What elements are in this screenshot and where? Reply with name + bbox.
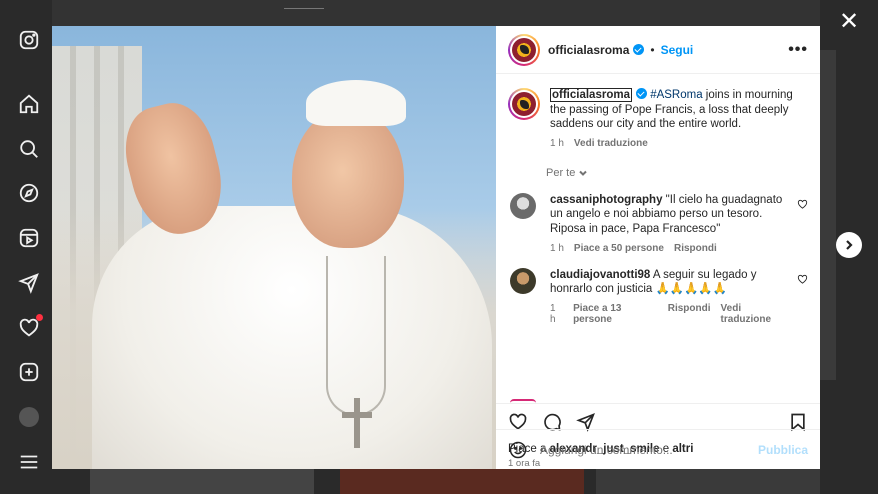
sidebar-nav <box>0 0 60 494</box>
verified-badge-icon <box>635 88 647 99</box>
add-comment-bar: Pubblica <box>496 429 820 469</box>
feed-thumb <box>340 468 584 494</box>
post-modal: officialasroma • Segui ••• officialasrom… <box>52 26 820 469</box>
pectoral-chain <box>326 256 386 416</box>
comment-text: claudiajovanotti98 A seguir su legado y … <box>550 268 757 296</box>
notification-dot <box>36 314 43 321</box>
caption-time: 1 h <box>550 137 564 149</box>
commenter-username[interactable]: claudiajovanotti98 <box>550 269 650 281</box>
feed-background-right <box>820 50 836 380</box>
filter-label: Per te <box>546 166 576 179</box>
like-comment-heart-icon[interactable] <box>797 197 808 209</box>
pectoral-cross <box>342 398 372 448</box>
search-icon[interactable] <box>17 137 41 161</box>
menu-hamburger-icon[interactable] <box>17 450 41 474</box>
translate-link[interactable]: Vedi traduzione <box>721 303 790 325</box>
caption-meta: 1 h Vedi traduzione <box>550 138 808 149</box>
comment-time: 1 h <box>550 302 556 325</box>
create-plus-icon[interactable] <box>17 360 41 384</box>
white-zucchetto <box>306 80 406 126</box>
caption-username[interactable]: officialasroma <box>550 88 632 102</box>
close-icon[interactable]: ✕ <box>838 10 860 34</box>
reply-button[interactable]: Rispondi <box>674 243 717 254</box>
notifications-heart-icon[interactable] <box>17 314 43 340</box>
comment-likes[interactable]: Piace a 50 persone <box>574 243 664 254</box>
white-cassock <box>92 206 492 469</box>
comment-meta: 1 h Piace a 13 persone Rispondi Vedi tra… <box>550 303 790 325</box>
instagram-logo-icon[interactable] <box>17 28 41 52</box>
publish-button[interactable]: Pubblica <box>758 443 808 457</box>
caption-avatar[interactable] <box>508 88 540 120</box>
feed-thumb <box>90 468 314 494</box>
smiling-face <box>292 108 404 248</box>
commenter-avatar[interactable] <box>510 267 536 294</box>
more-options-icon[interactable]: ••• <box>788 41 808 59</box>
home-icon[interactable] <box>17 92 41 116</box>
commenter-avatar[interactable] <box>510 192 536 219</box>
comment-input[interactable] <box>540 442 758 457</box>
explore-compass-icon[interactable] <box>17 181 41 205</box>
comments-section[interactable]: officialasroma #ASRoma joins in mourning… <box>496 74 820 403</box>
comment-item: cassaniphotography "Il cielo ha guadagna… <box>508 192 808 254</box>
reply-button[interactable]: Rispondi <box>668 303 711 325</box>
commenter-username[interactable]: cassaniphotography <box>550 194 662 206</box>
emoji-icon[interactable] <box>508 440 528 460</box>
author-username[interactable]: officialasroma <box>548 43 629 57</box>
verified-badge-icon <box>633 44 645 55</box>
caption-hashtag[interactable]: #ASRoma <box>650 89 702 101</box>
comment-text: cassaniphotography "Il cielo ha guadagna… <box>550 193 783 235</box>
messages-send-icon[interactable] <box>17 271 41 295</box>
follow-button[interactable]: Segui <box>661 43 694 57</box>
profile-avatar[interactable] <box>17 405 41 429</box>
reels-icon[interactable] <box>17 226 41 250</box>
separator-dot: • <box>650 42 655 57</box>
comment-filter-dropdown[interactable]: Per te <box>546 167 808 179</box>
author-avatar[interactable] <box>508 33 540 66</box>
comment-time: 1 h <box>550 242 564 254</box>
next-post-button[interactable] <box>836 232 862 258</box>
chevron-down-icon <box>579 170 588 176</box>
comment-item: claudiajovanotti98 A seguir su legado y … <box>508 267 808 325</box>
feed-thumb <box>596 468 820 494</box>
next-comment-avatar-partial <box>510 399 536 403</box>
caption-text: officialasroma #ASRoma joins in mourning… <box>550 88 808 132</box>
post-header: officialasroma • Segui ••• <box>496 26 820 74</box>
chevron-right-icon <box>846 240 853 250</box>
post-image <box>52 26 496 469</box>
like-comment-heart-icon[interactable] <box>797 272 808 284</box>
feed-background-top <box>52 0 820 26</box>
post-details-panel: officialasroma • Segui ••• officialasrom… <box>496 26 820 469</box>
caption: officialasroma #ASRoma joins in mourning… <box>508 88 808 149</box>
translate-link[interactable]: Vedi traduzione <box>574 138 648 149</box>
comment-likes[interactable]: Piace a 13 persone <box>573 303 658 325</box>
comment-meta: 1 h Piace a 50 persone Rispondi <box>550 243 790 254</box>
